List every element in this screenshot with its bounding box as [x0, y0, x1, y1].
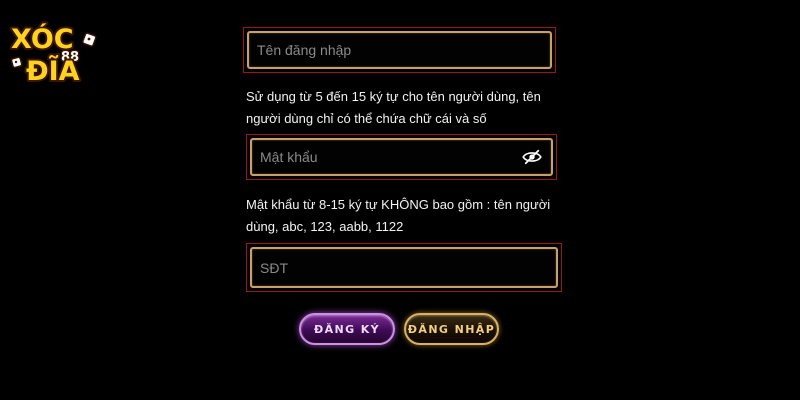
username-hint: Sử dụng từ 5 đến 15 ký tự cho tên người … [246, 89, 541, 126]
phone-input[interactable] [260, 249, 516, 286]
username-input[interactable] [257, 33, 510, 67]
username-field [243, 27, 556, 73]
brand-logo-graphic: XÓC 88 ĐĨA [9, 21, 97, 89]
password-hint: Mật khẩu từ 8-15 ký tự KHÔNG bao gồm : t… [246, 197, 551, 234]
brand-logo: XÓC 88 ĐĨA [6, 14, 102, 94]
eye-slash-icon[interactable] [522, 149, 542, 165]
password-field [246, 134, 557, 180]
password-field-frame [250, 138, 553, 176]
logo-text-bottom: ĐĨA [26, 55, 80, 87]
login-button[interactable]: ĐĂNG NHẬP [404, 313, 499, 345]
password-input[interactable] [260, 140, 511, 174]
phone-field-frame [250, 247, 558, 288]
phone-field [246, 243, 562, 292]
username-field-frame [247, 31, 552, 69]
register-button[interactable]: ĐĂNG KÝ [299, 313, 395, 345]
